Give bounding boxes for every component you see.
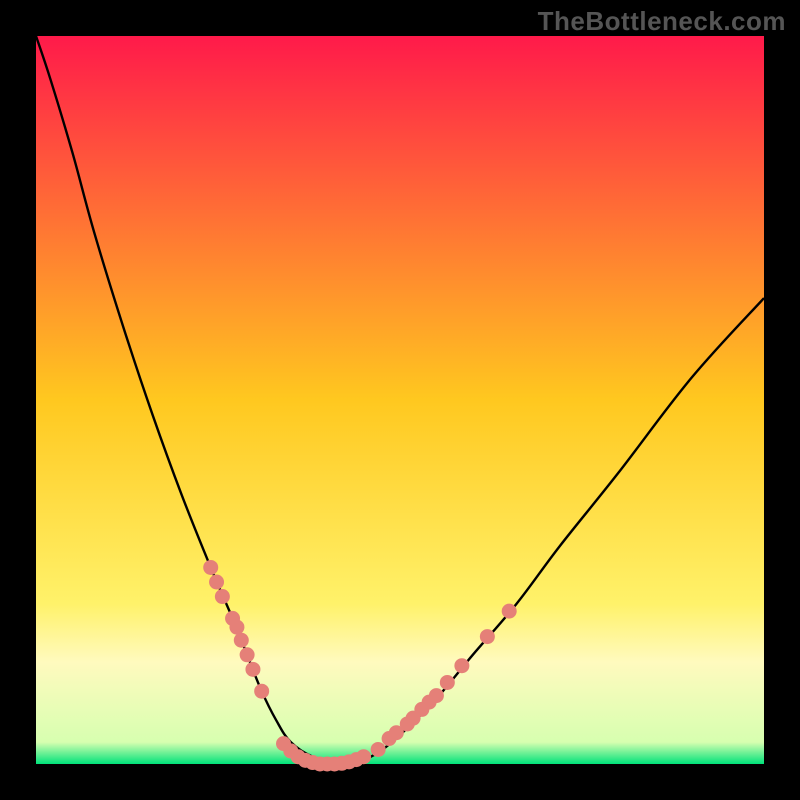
data-marker — [234, 633, 249, 648]
data-marker — [209, 575, 224, 590]
data-marker — [203, 560, 218, 575]
chart-stage: TheBottleneck.com — [0, 0, 800, 800]
data-marker — [440, 675, 455, 690]
data-marker — [454, 658, 469, 673]
data-marker — [215, 589, 230, 604]
data-marker — [429, 688, 444, 703]
data-marker — [356, 749, 371, 764]
plot-background — [36, 36, 764, 764]
data-marker — [245, 662, 260, 677]
data-marker — [240, 647, 255, 662]
data-marker — [502, 604, 517, 619]
data-marker — [371, 742, 386, 757]
attribution-text: TheBottleneck.com — [538, 6, 786, 37]
bottleneck-chart — [0, 0, 800, 800]
data-marker — [229, 620, 244, 635]
data-marker — [254, 684, 269, 699]
data-marker — [480, 629, 495, 644]
